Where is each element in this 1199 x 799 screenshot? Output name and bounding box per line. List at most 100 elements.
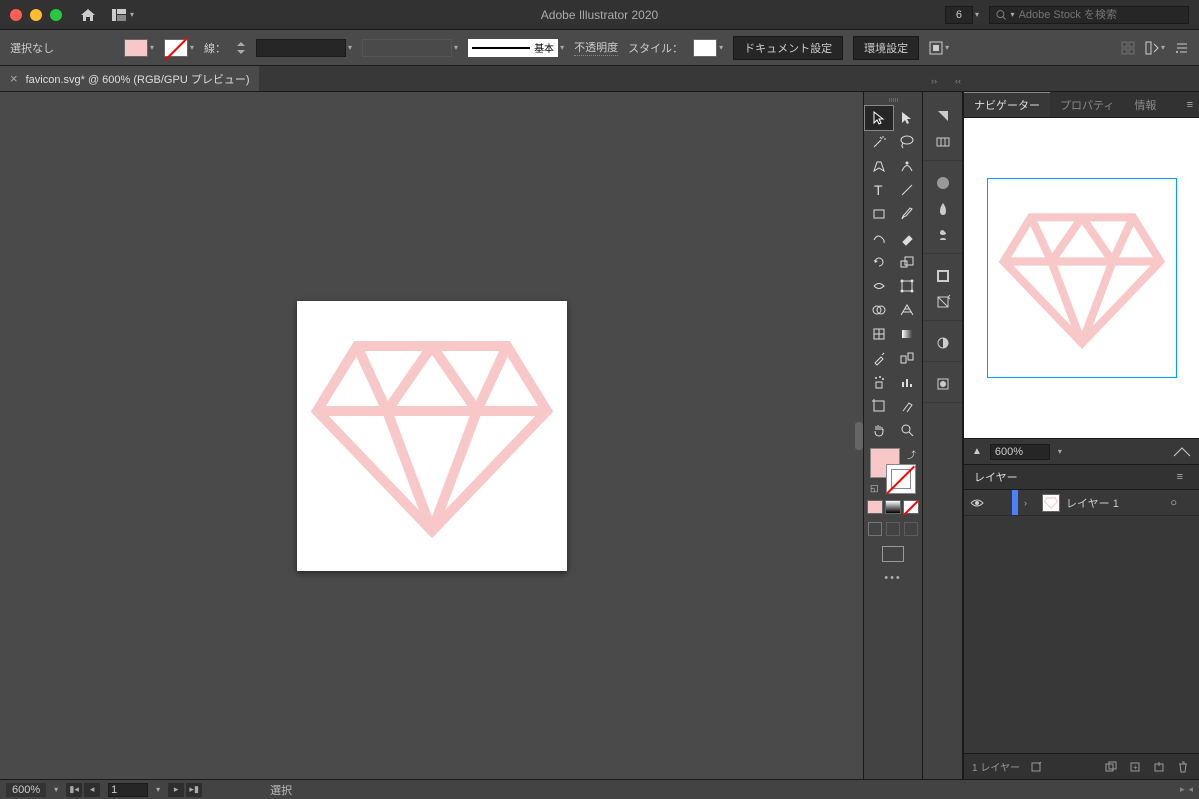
direct-selection-tool[interactable] (893, 106, 921, 130)
column-graph-tool[interactable] (893, 370, 921, 394)
panel-menu-icon[interactable]: ≡ (1171, 471, 1189, 483)
paintbrush-tool[interactable] (893, 202, 921, 226)
status-scroll-left-icon[interactable]: ▸ (1180, 784, 1185, 795)
draw-normal-icon[interactable] (868, 522, 882, 536)
stroke-weight-stepper[interactable] (236, 41, 246, 55)
symbol-sprayer-tool[interactable] (865, 370, 893, 394)
clipping-mask-icon[interactable] (1103, 759, 1119, 775)
edit-toolbar-icon[interactable]: ••• (884, 572, 902, 584)
rectangle-tool[interactable] (865, 202, 893, 226)
arrange-documents-icon[interactable]: ▾ (1145, 41, 1165, 55)
line-tool[interactable] (893, 178, 921, 202)
collapse-chevron-icon[interactable]: ‹‹ (955, 76, 961, 86)
brushes-panel-icon[interactable] (931, 197, 955, 221)
scale-tool[interactable] (893, 250, 921, 274)
slice-tool[interactable] (893, 394, 921, 418)
eraser-tool[interactable] (893, 226, 921, 250)
workspace-switcher[interactable]: ▾ (112, 9, 134, 21)
chevron-down-icon[interactable]: ▾ (1058, 447, 1062, 456)
search-input[interactable] (1019, 9, 1182, 21)
graphic-style-dropdown[interactable]: ▾ (693, 39, 723, 57)
minimize-window-button[interactable] (30, 9, 42, 21)
next-artboard-button[interactable]: ▸ (168, 783, 184, 797)
gradient-tool[interactable] (893, 322, 921, 346)
curvature-tool[interactable] (893, 154, 921, 178)
align-to-icon[interactable]: ▾ (929, 41, 949, 55)
appearance-panel-icon[interactable] (931, 372, 955, 396)
home-icon[interactable] (80, 8, 96, 22)
fill-swatch-dropdown[interactable]: ▾ (124, 39, 154, 57)
color-mode-solid[interactable] (867, 500, 883, 514)
info-tab[interactable]: 情報 (1124, 92, 1166, 117)
free-transform-tool[interactable] (893, 274, 921, 298)
draw-inside-icon[interactable] (904, 522, 918, 536)
swatches-panel-icon[interactable] (931, 171, 955, 195)
transparency-panel-icon[interactable] (931, 331, 955, 355)
zoom-out-icon[interactable]: ▲ (972, 446, 982, 457)
brush-dropdown[interactable]: ▾ (362, 39, 458, 57)
vertical-scrollbar[interactable] (855, 422, 863, 450)
delete-layer-icon[interactable] (1175, 759, 1191, 775)
maximize-window-button[interactable] (50, 9, 62, 21)
stroke-panel-icon[interactable] (931, 264, 955, 288)
hand-tool[interactable] (865, 418, 893, 442)
shape-builder-tool[interactable] (865, 298, 893, 322)
color-mode-none[interactable] (903, 500, 919, 514)
canvas[interactable] (0, 92, 863, 779)
chevron-down-icon[interactable]: ▾ (156, 785, 160, 794)
document-setup-button[interactable]: ドキュメント設定 (733, 36, 843, 60)
layer-name[interactable]: レイヤー 1 (1066, 495, 1119, 511)
color-panel-icon[interactable] (931, 104, 955, 128)
status-zoom[interactable]: 600% (6, 783, 46, 797)
navigator-panel[interactable] (964, 118, 1199, 438)
visibility-toggle-icon[interactable] (970, 498, 986, 508)
mesh-tool[interactable] (865, 322, 893, 346)
eyedropper-tool[interactable] (865, 346, 893, 370)
symbols-panel-icon[interactable] (931, 223, 955, 247)
variable-width-dropdown[interactable]: 基本 ▾ (468, 39, 564, 57)
collapse-chevron-icon[interactable]: ›› (931, 76, 937, 86)
type-tool[interactable]: T (865, 178, 893, 202)
expand-layer-icon[interactable]: › (1024, 498, 1036, 508)
panel-menu-icon[interactable] (1175, 42, 1189, 54)
prev-artboard-button[interactable]: ◂ (84, 783, 100, 797)
swap-fill-stroke-icon[interactable]: ⤴ (907, 448, 916, 461)
selection-tool[interactable] (865, 106, 893, 130)
status-scroll-right-icon[interactable]: ◂ (1188, 784, 1193, 795)
locate-layer-icon[interactable] (1028, 759, 1044, 775)
draw-behind-icon[interactable] (886, 522, 900, 536)
artboard-tool[interactable] (865, 394, 893, 418)
color-mode-gradient[interactable] (885, 500, 901, 514)
width-tool[interactable] (865, 274, 893, 298)
zoom-input[interactable] (990, 444, 1050, 460)
layer-row[interactable]: › レイヤー 1 ○ (964, 490, 1199, 516)
layers-tab[interactable]: レイヤー (974, 469, 1018, 485)
gradient-panel-icon[interactable] (931, 290, 955, 314)
document-count-dropdown[interactable]: 6 ▾ (945, 6, 979, 24)
preferences-button[interactable]: 環境設定 (853, 36, 919, 60)
screen-mode-button[interactable] (882, 546, 904, 562)
stroke-color-box[interactable] (886, 464, 916, 494)
zoom-tool[interactable] (893, 418, 921, 442)
artboard-number-input[interactable] (108, 783, 148, 797)
panel-menu-icon[interactable]: ≡ (1181, 99, 1199, 111)
close-window-button[interactable] (10, 9, 22, 21)
stroke-swatch-dropdown[interactable]: ▾ (164, 39, 194, 57)
color-guide-panel-icon[interactable] (931, 130, 955, 154)
new-layer-icon[interactable] (1151, 759, 1167, 775)
magic-wand-tool[interactable] (865, 130, 893, 154)
rotate-tool[interactable] (865, 250, 893, 274)
stroke-weight-dropdown[interactable]: ▾ (256, 39, 352, 57)
pen-tool[interactable] (865, 154, 893, 178)
last-artboard-button[interactable]: ▸▮ (186, 783, 202, 797)
close-tab-icon[interactable]: × (10, 71, 18, 86)
blend-tool[interactable] (893, 346, 921, 370)
fill-stroke-control[interactable]: ⤴ ◱ (870, 448, 916, 494)
layer-target-icon[interactable]: ○ (1170, 497, 1177, 509)
shaper-tool[interactable] (865, 226, 893, 250)
perspective-grid-tool[interactable] (893, 298, 921, 322)
properties-tab[interactable]: プロパティ (1050, 92, 1124, 117)
lasso-tool[interactable] (893, 130, 921, 154)
navigator-tab[interactable]: ナビゲーター (964, 92, 1050, 117)
document-tab[interactable]: × favicon.svg* @ 600% (RGB/GPU プレビュー) (0, 66, 259, 91)
